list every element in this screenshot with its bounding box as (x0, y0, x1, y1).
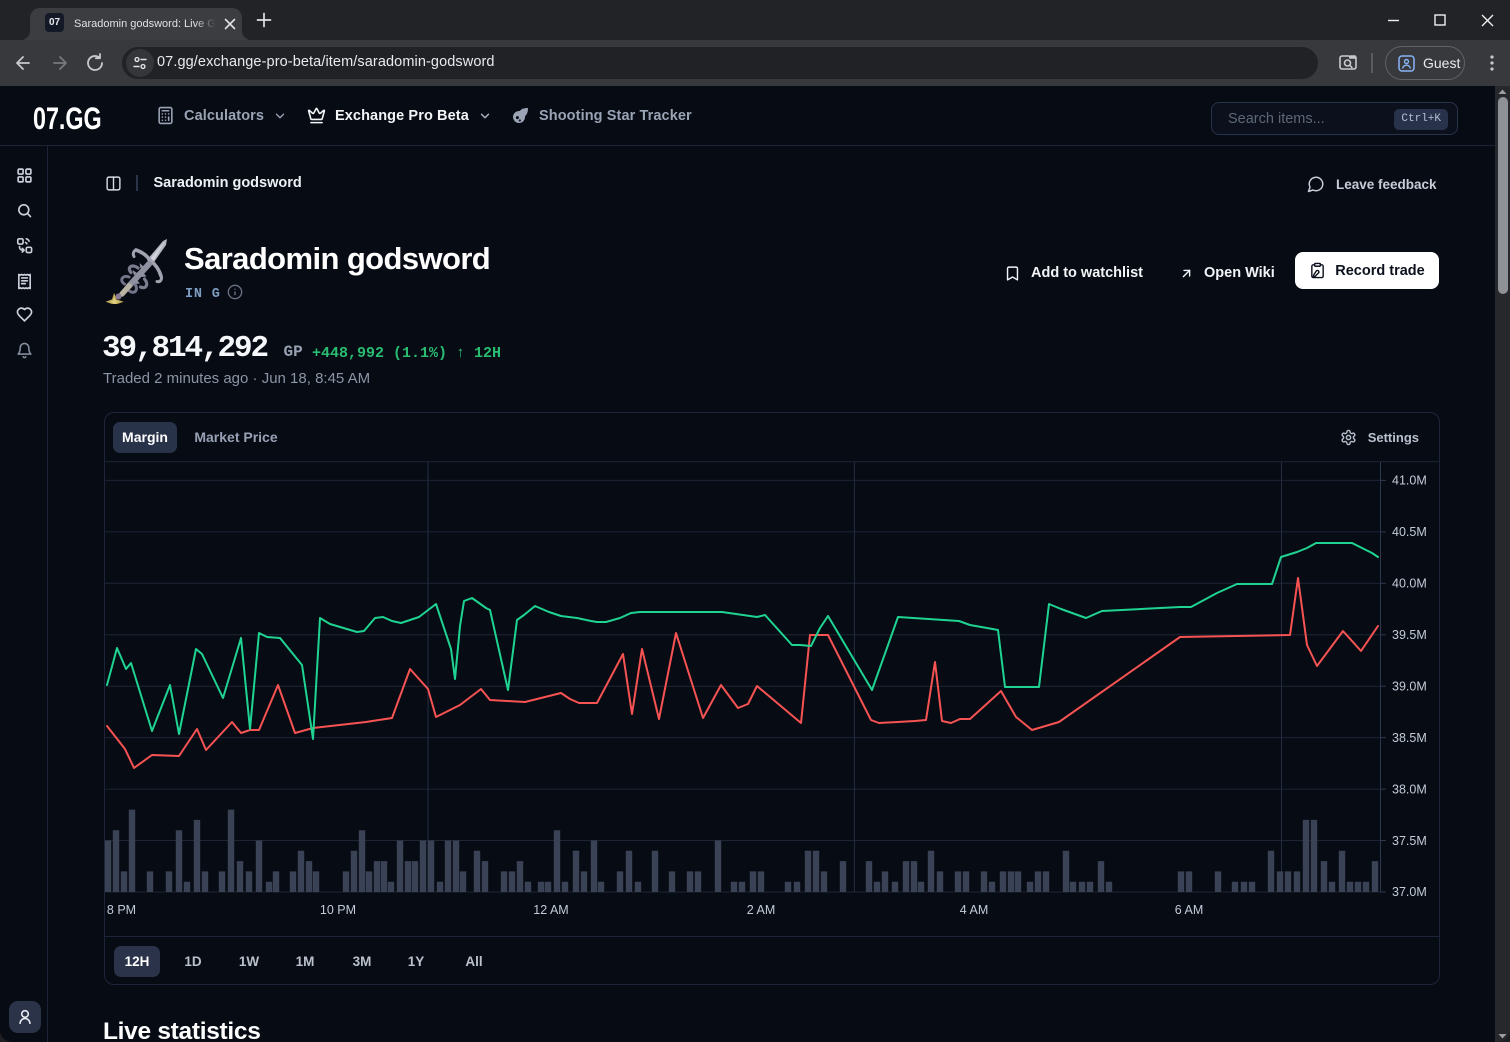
svg-text:41.0M: 41.0M (1392, 474, 1427, 488)
svg-text:38.5M: 38.5M (1392, 731, 1427, 745)
svg-text:37.5M: 37.5M (1392, 834, 1427, 848)
svg-text:4 AM: 4 AM (960, 903, 989, 917)
svg-text:38.0M: 38.0M (1392, 782, 1427, 796)
svg-text:40.5M: 40.5M (1392, 525, 1427, 539)
svg-text:8 PM: 8 PM (107, 903, 136, 917)
svg-text:40.0M: 40.0M (1392, 577, 1427, 591)
svg-text:37.0M: 37.0M (1392, 885, 1427, 899)
svg-text:12 AM: 12 AM (533, 903, 568, 917)
svg-text:39.0M: 39.0M (1392, 679, 1427, 693)
svg-text:10 PM: 10 PM (320, 903, 356, 917)
svg-text:2 AM: 2 AM (747, 903, 776, 917)
svg-text:6 AM: 6 AM (1175, 903, 1204, 917)
svg-text:39.5M: 39.5M (1392, 628, 1427, 642)
